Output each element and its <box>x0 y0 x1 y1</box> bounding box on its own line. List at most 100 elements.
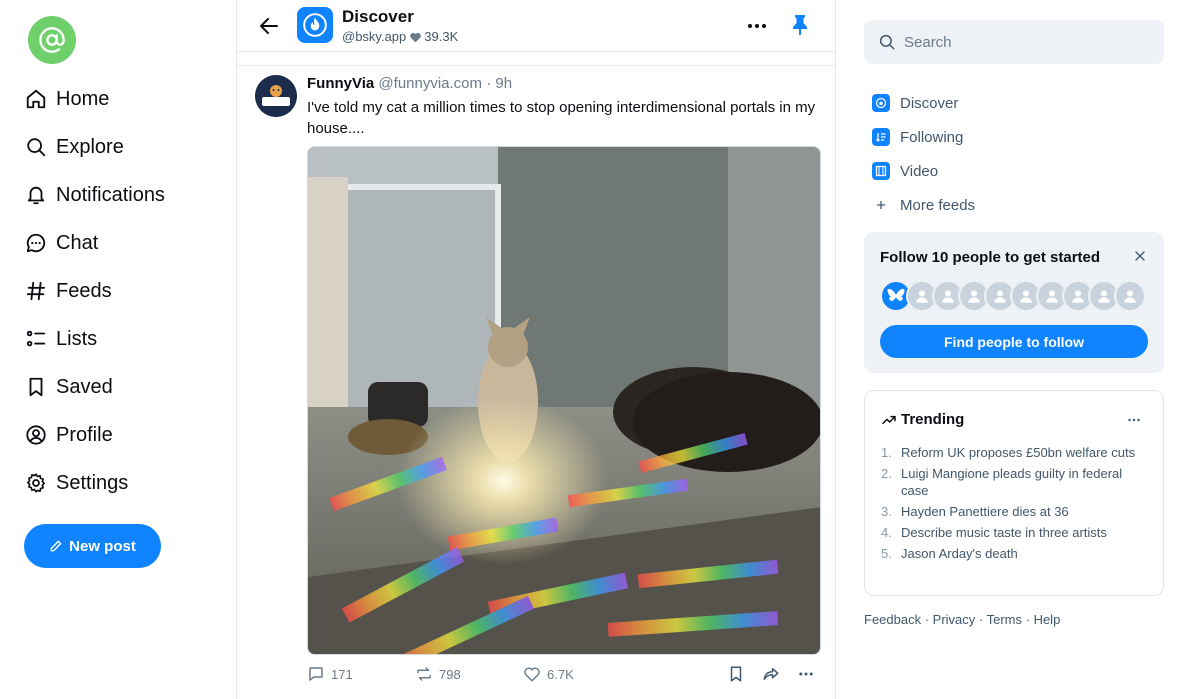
post-actions: 171 798 6.7K <box>307 665 821 689</box>
suggested-avatars <box>880 280 1146 312</box>
nav-home[interactable]: Home <box>24 75 165 123</box>
like-button[interactable]: 6.7K <box>523 665 574 683</box>
trend-text: Describe music taste in three artists <box>901 525 1107 540</box>
pin-icon <box>793 15 807 35</box>
trending-list: 1. Reform UK proposes £50bn welfare cuts … <box>881 444 1151 566</box>
find-people-button[interactable]: Find people to follow <box>880 325 1148 358</box>
pin-feed-button[interactable] <box>788 13 812 37</box>
home-icon <box>24 87 48 111</box>
author-handle[interactable]: @funnyvia.com <box>378 75 482 92</box>
nav-lists[interactable]: Lists <box>24 315 165 363</box>
gear-icon <box>24 471 48 495</box>
post-meta: FunnyVia @funnyvia.com · 9h <box>307 75 512 92</box>
nav-label: Lists <box>56 327 98 350</box>
author-name[interactable]: FunnyVia <box>307 75 374 92</box>
main-nav: Home Explore Notifications Chat Feeds Li… <box>24 75 165 507</box>
nav-saved[interactable]: Saved <box>24 363 165 411</box>
new-post-label: New post <box>69 537 136 555</box>
trending-header: Trending <box>881 411 964 428</box>
footer-privacy-link[interactable]: Privacy <box>933 612 976 627</box>
reply-button[interactable]: 171 <box>307 665 353 683</box>
discover-icon <box>872 94 890 112</box>
follow-title: Follow 10 people to get started <box>880 249 1101 266</box>
trending-item[interactable]: 4. Describe music taste in three artists <box>881 524 1151 541</box>
nav-explore[interactable]: Explore <box>24 123 165 171</box>
repost-button[interactable]: 798 <box>415 665 461 683</box>
discover-flame-icon <box>303 13 327 37</box>
footer-links: Feedback · Privacy · Terms · Help <box>864 612 1060 627</box>
nav-chat[interactable]: Chat <box>24 219 165 267</box>
trending-item[interactable]: 3. Hayden Panettiere dies at 36 <box>881 503 1151 520</box>
trending-item[interactable]: 5. Jason Arday's death <box>881 545 1151 562</box>
trending-options-button[interactable] <box>1125 411 1143 429</box>
person-icon <box>942 290 954 303</box>
nav-feeds[interactable]: Feeds <box>24 267 165 315</box>
nav-label: Settings <box>56 471 129 494</box>
trending-item[interactable]: 1. Reform UK proposes £50bn welfare cuts <box>881 444 1151 461</box>
bookmark-icon <box>730 666 742 682</box>
author-avatar[interactable] <box>255 75 297 117</box>
nav-label: Chat <box>56 231 99 254</box>
nav-label: Feeds <box>56 279 112 302</box>
footer-terms-link[interactable]: Terms <box>987 612 1022 627</box>
feeds-list: Discover Following Video More feeds <box>872 86 975 222</box>
dismiss-button[interactable] <box>1132 248 1148 264</box>
at-sign-icon <box>39 27 65 53</box>
new-post-button[interactable]: New post <box>24 524 161 568</box>
person-icon <box>1020 290 1032 303</box>
back-button[interactable] <box>257 14 281 38</box>
following-icon <box>872 128 890 146</box>
person-icon <box>1046 290 1058 303</box>
share-button[interactable] <box>762 665 786 683</box>
search-icon <box>879 34 895 50</box>
user-avatar[interactable] <box>28 16 76 64</box>
trend-rank: 1. <box>881 445 892 460</box>
like-count: 6.7K <box>547 666 574 682</box>
feed-handle: @bsky.app <box>342 29 407 44</box>
feed-avatar[interactable] <box>297 7 333 43</box>
heart-icon <box>410 32 422 42</box>
trend-text: Jason Arday's death <box>901 546 1018 561</box>
post-item[interactable]: FunnyVia @funnyvia.com · 9h I've told my… <box>237 66 835 699</box>
feed-header: Discover @bsky.app 39.3K <box>237 0 835 52</box>
search-input[interactable]: Search <box>864 20 1164 64</box>
footer-help-link[interactable]: Help <box>1034 612 1061 627</box>
feed-link-following[interactable]: Following <box>872 120 975 154</box>
person-icon <box>968 290 980 303</box>
trending-icon <box>882 415 896 424</box>
trend-text: Hayden Panettiere dies at 36 <box>901 504 1069 519</box>
close-icon <box>1135 251 1145 261</box>
post-image[interactable] <box>307 146 821 655</box>
nav-notifications[interactable]: Notifications <box>24 171 165 219</box>
user-circle-icon <box>24 423 48 447</box>
placeholder-avatar <box>1114 280 1146 312</box>
feed-link-label: Following <box>900 128 964 146</box>
feed-likes: 39.3K <box>424 29 459 44</box>
video-icon <box>872 162 890 180</box>
feed-link-label: More feeds <box>900 196 976 214</box>
footer-feedback-link[interactable]: Feedback <box>864 612 921 627</box>
bell-icon <box>24 183 48 207</box>
person-icon <box>916 290 928 303</box>
left-nav: Home Explore Notifications Chat Feeds Li… <box>0 0 236 699</box>
post-more-button[interactable] <box>797 665 821 683</box>
post-time[interactable]: 9h <box>495 75 512 92</box>
feed-link-discover[interactable]: Discover <box>872 86 975 120</box>
nav-settings[interactable]: Settings <box>24 459 165 507</box>
nav-label: Explore <box>56 135 124 158</box>
trending-title: Trending <box>901 411 965 428</box>
bookmark-button[interactable] <box>727 665 751 683</box>
feed-link-more[interactable]: More feeds <box>872 188 975 222</box>
trending-item[interactable]: 2. Luigi Mangione pleads guilty in federa… <box>881 465 1151 499</box>
feed-options-button[interactable] <box>745 14 769 38</box>
person-icon <box>1124 290 1136 303</box>
arrow-left-icon <box>260 18 278 34</box>
feed-title: Discover <box>342 7 414 26</box>
hash-icon <box>24 279 48 303</box>
funnyvia-logo-icon <box>255 75 297 117</box>
feed-link-video[interactable]: Video <box>872 154 975 188</box>
person-icon <box>994 290 1006 303</box>
compose-icon <box>50 540 62 552</box>
nav-profile[interactable]: Profile <box>24 411 165 459</box>
feed-subtitle: @bsky.app 39.3K <box>342 29 458 44</box>
